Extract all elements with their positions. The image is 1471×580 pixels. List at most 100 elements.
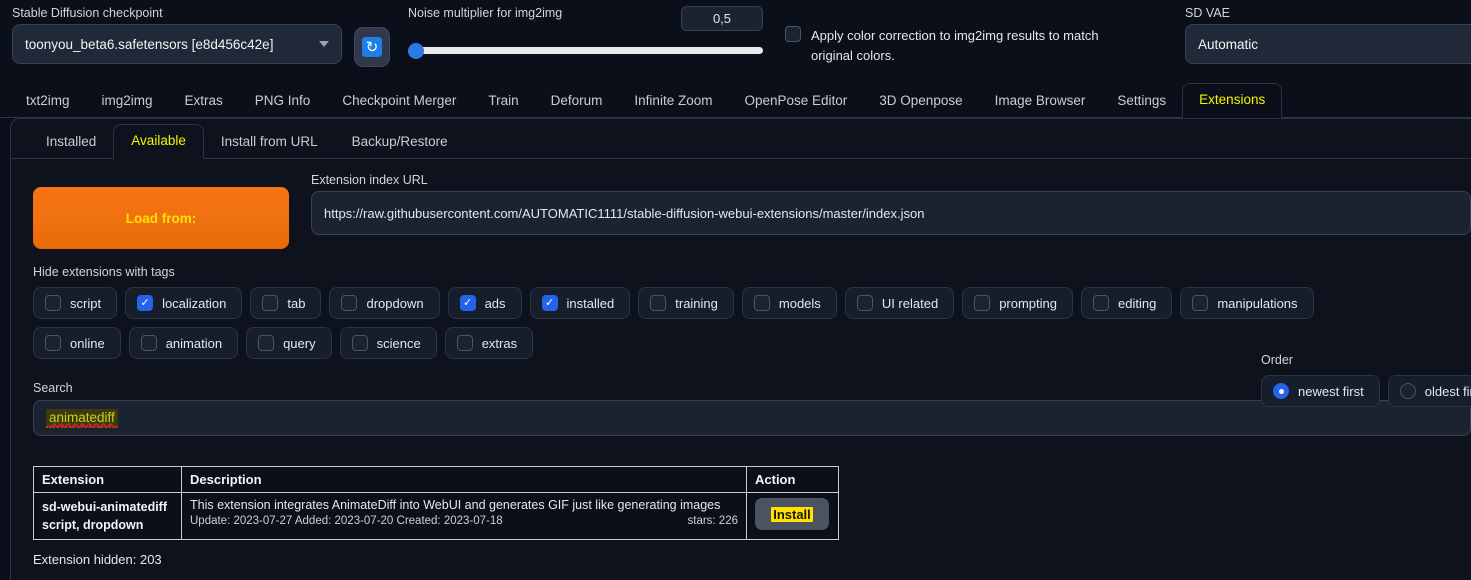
extension-hidden-count: Extension hidden: 203 [33,552,162,568]
tag-checkbox-editing[interactable]: editing [1081,287,1173,319]
checkpoint-label: Stable Diffusion checkpoint [12,6,163,20]
main-tab-strip: txt2img img2img Extras PNG Info Checkpoi… [0,78,1471,118]
checkbox-icon[interactable]: ✓ [541,295,558,311]
tab-infinite-zoom[interactable]: Infinite Zoom [618,85,728,118]
slider-thumb[interactable] [408,42,424,59]
checkbox-icon[interactable] [856,295,873,311]
checkbox-icon[interactable] [1093,295,1109,311]
tag-checkbox-tab[interactable]: tab [250,287,322,319]
tag-checkbox-localization[interactable]: ✓ localization [125,287,243,319]
tag-checkbox-prompting[interactable]: prompting [962,287,1073,319]
hide-tags-label: Hide extensions with tags [33,265,175,279]
sd-vae-block: SD VAE Automatic [1185,6,1471,64]
load-from-button[interactable]: Load from: [33,187,289,249]
extension-action-cell: Install [746,491,839,541]
table-header-row: Extension Description Action [33,466,839,493]
tag-checkbox-training[interactable]: training [638,287,734,319]
checkbox-icon[interactable] [351,335,368,351]
checkbox-icon[interactable] [753,295,770,311]
tag-checkbox-online[interactable]: online [33,327,121,359]
order-label: Order [1261,353,1293,367]
search-value: animatediff [46,408,118,428]
tab-image-browser[interactable]: Image Browser [979,85,1102,118]
tag-checkbox-science[interactable]: science [339,327,437,359]
tag-checkbox-dropdown[interactable]: dropdown [329,287,440,319]
order-radio-newest-first[interactable]: newest first [1261,375,1380,407]
tag-checkbox-models[interactable]: models [741,287,837,319]
checkbox-icon[interactable] [650,295,667,311]
checkbox-icon[interactable] [341,295,358,311]
tag-label: extras [481,335,518,351]
install-button[interactable]: Install [755,498,829,530]
tag-checkbox-installed[interactable]: ✓ installed [529,287,631,319]
extension-stars: stars: 226 [687,515,739,527]
tab-train[interactable]: Train [472,85,534,118]
column-header-extension: Extension [33,466,182,493]
order-radio-oldest-first[interactable]: oldest first [1387,375,1471,407]
checkbox-icon[interactable] [140,335,157,351]
extension-description: This extension integrates AnimateDiff in… [190,498,721,512]
extension-name-cell: sd-webui-animatediff script, dropdown [33,491,182,541]
color-correction-block[interactable]: Apply color correction to img2img result… [785,26,1125,65]
checkbox-icon[interactable] [262,295,279,311]
tag-checkbox-row-1: script ✓ localization tab dropdown ✓ ads… [33,287,1471,319]
tag-label: ads [484,295,506,311]
checkbox-icon[interactable] [45,295,61,311]
tag-checkbox-manipulations[interactable]: manipulations [1180,287,1314,319]
tab-extensions[interactable]: Extensions [1182,83,1283,118]
tab-png-info[interactable]: PNG Info [239,85,327,118]
radio-icon[interactable] [1273,383,1289,399]
checkbox-icon[interactable] [974,295,991,311]
sd-vae-dropdown[interactable]: Automatic [1185,24,1471,64]
tab-img2img[interactable]: img2img [86,85,169,118]
extension-tags: script, dropdown [42,518,144,533]
subtab-backup-restore[interactable]: Backup/Restore [335,126,465,159]
subtab-install-from-url[interactable]: Install from URL [204,126,335,159]
tag-label: editing [1118,295,1157,311]
checkbox-icon[interactable]: ✓ [137,295,154,311]
radio-icon[interactable] [1399,383,1416,399]
tab-settings[interactable]: Settings [1101,85,1182,118]
top-toolbar: Stable Diffusion checkpoint toonyou_beta… [0,0,1471,78]
subtab-installed[interactable]: Installed [29,126,113,159]
checkbox-icon[interactable] [258,335,275,351]
extensions-panel: Installed Available Install from URL Bac… [10,118,1471,580]
tag-label: localization [162,295,227,311]
search-input[interactable]: animatediff [33,400,1471,436]
refresh-checkpoints-button[interactable]: ↻ [354,27,390,67]
hide-tags-section: Hide extensions with tags script ✓ local… [33,265,1471,359]
subtab-available[interactable]: Available [113,124,204,159]
tag-checkbox-ui-related[interactable]: UI related [844,287,955,319]
tag-label: installed [566,295,615,311]
checkbox-icon[interactable]: ✓ [459,295,476,311]
noise-multiplier-slider[interactable] [408,42,763,59]
tag-checkbox-ads[interactable]: ✓ ads [447,287,522,319]
checkbox-icon[interactable] [45,335,61,351]
tab-txt2img[interactable]: txt2img [10,85,86,118]
extension-index-url-label: Extension index URL [311,173,428,187]
sd-vae-value: Automatic [1198,36,1259,52]
color-correction-label: Apply color correction to img2img result… [811,28,1099,63]
noise-multiplier-input[interactable]: 0,5 [681,6,763,31]
tag-label: tab [287,295,306,311]
tag-label: online [70,335,105,351]
tag-label: training [675,295,718,311]
chevron-down-icon [319,41,329,47]
tag-label: models [778,295,821,311]
tag-label: animation [165,335,223,351]
sd-vae-label: SD VAE [1185,6,1230,20]
tab-openpose-editor[interactable]: OpenPose Editor [728,85,863,118]
tag-checkbox-script[interactable]: script [33,287,118,319]
tag-checkbox-extras[interactable]: extras [444,327,534,359]
tab-3d-openpose[interactable]: 3D Openpose [863,85,978,118]
tag-checkbox-query[interactable]: query [246,327,332,359]
checkbox-icon[interactable] [1192,295,1209,311]
tab-deforum[interactable]: Deforum [535,85,619,118]
checkbox-icon[interactable] [456,335,473,351]
extension-index-url-input[interactable]: https://raw.githubusercontent.com/AUTOMA… [311,191,1471,235]
color-correction-checkbox[interactable] [785,26,801,42]
tab-checkpoint-merger[interactable]: Checkpoint Merger [326,85,472,118]
tag-checkbox-animation[interactable]: animation [128,327,239,359]
tab-extras[interactable]: Extras [169,85,239,118]
checkpoint-dropdown[interactable]: toonyou_beta6.safetensors [e8d456c42e] [12,24,342,64]
